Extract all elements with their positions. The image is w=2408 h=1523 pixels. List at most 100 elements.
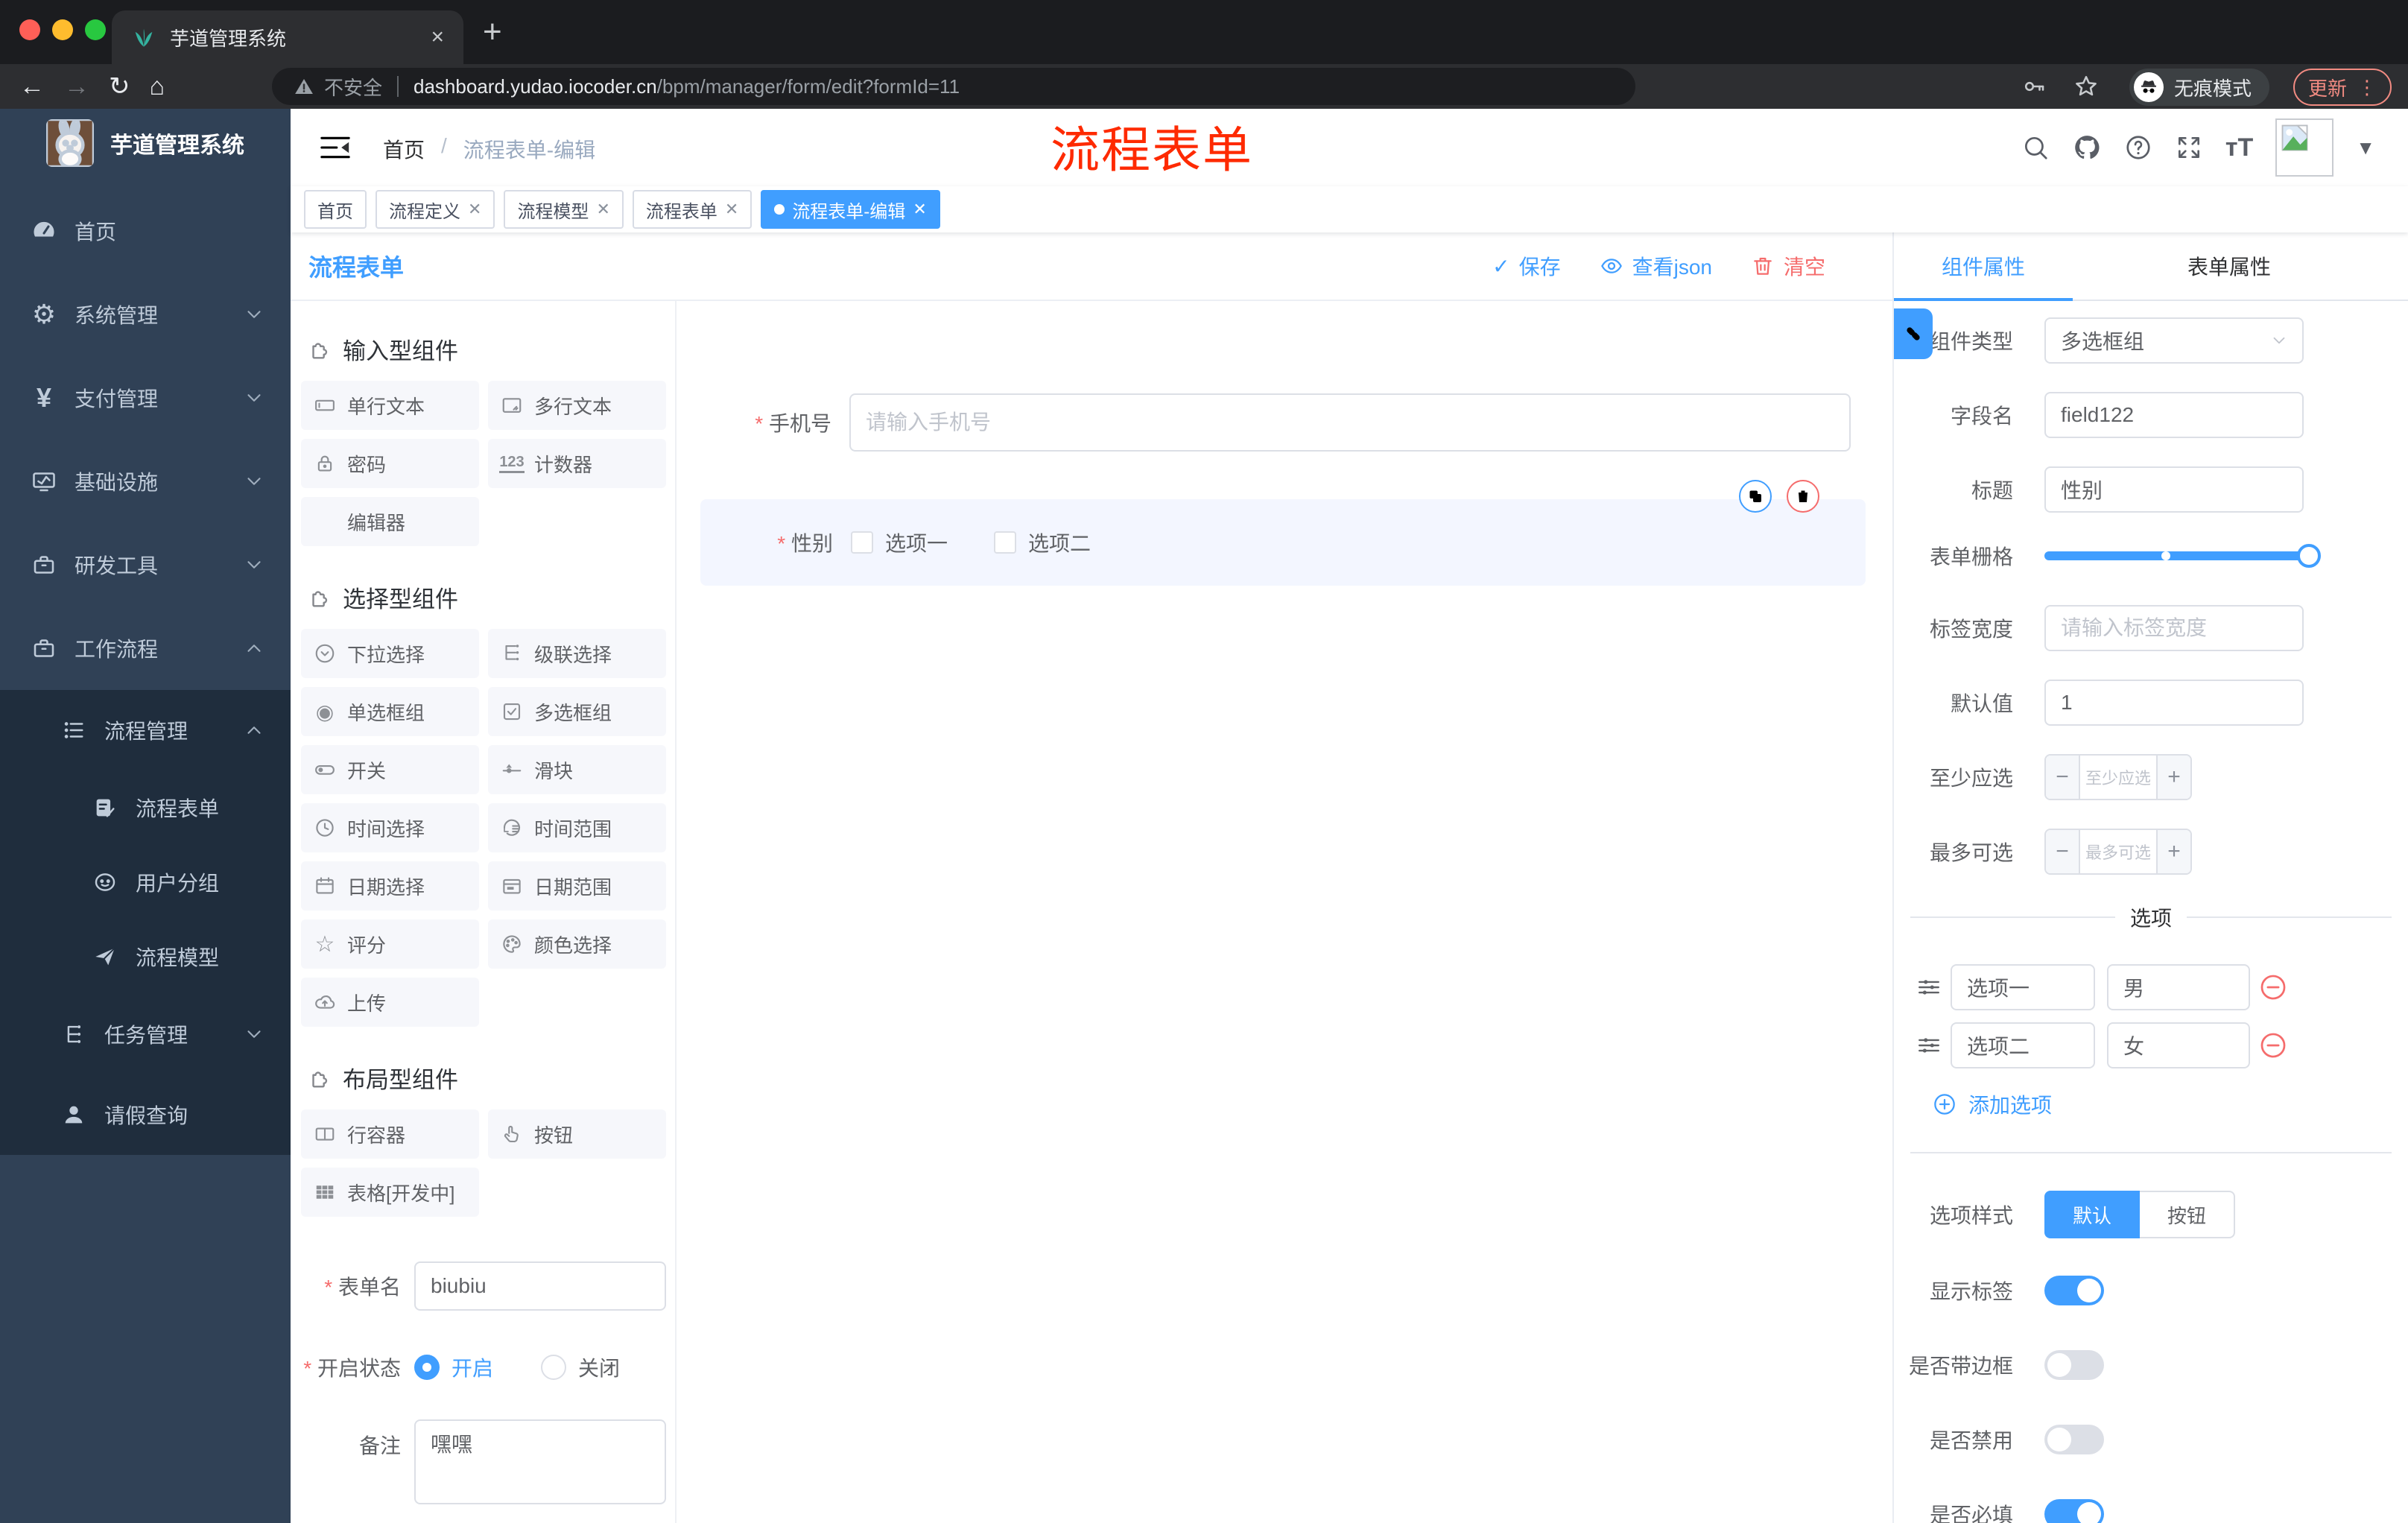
- remove-option-icon[interactable]: [2259, 1031, 2287, 1060]
- border-toggle[interactable]: [2044, 1350, 2104, 1380]
- new-tab-button[interactable]: +: [483, 13, 502, 51]
- close-icon[interactable]: ✕: [468, 200, 481, 219]
- sidebar-item-pay[interactable]: ¥ 支付管理: [0, 356, 291, 440]
- save-button[interactable]: ✓ 保存: [1492, 251, 1560, 281]
- sidebar-item-system[interactable]: ⚙ 系统管理: [0, 273, 291, 356]
- sidebar-item-leave-query[interactable]: 请假查询: [0, 1074, 291, 1155]
- add-option-button[interactable]: 添加选项: [1933, 1089, 2408, 1119]
- sidebar-item-process-model[interactable]: 流程模型: [0, 919, 291, 994]
- plus-icon[interactable]: +: [2156, 756, 2190, 799]
- drag-handle-icon[interactable]: [1916, 975, 1942, 1000]
- palette-item-checkbox-group[interactable]: 多选框组: [488, 687, 666, 736]
- tag-process-definition[interactable]: 流程定义 ✕: [376, 190, 495, 229]
- browser-menu-dots-icon[interactable]: ⋮: [2357, 76, 2377, 99]
- palette-item-time-range[interactable]: 时间范围: [488, 803, 666, 852]
- gender-option2-checkbox[interactable]: [994, 531, 1017, 554]
- github-icon[interactable]: [2072, 133, 2102, 162]
- minus-icon[interactable]: −: [2046, 756, 2080, 799]
- label-width-input[interactable]: [2044, 605, 2304, 651]
- palette-item-single-text[interactable]: 单行文本: [301, 381, 479, 430]
- clear-button[interactable]: 清空: [1751, 251, 1825, 281]
- option2-label-input[interactable]: [1951, 1022, 2095, 1068]
- palette-item-slider[interactable]: 滑块: [488, 745, 666, 794]
- form-name-input[interactable]: [414, 1261, 666, 1311]
- palette-item-table[interactable]: 表格[开发中]: [301, 1168, 479, 1217]
- phone-input[interactable]: [849, 393, 1851, 452]
- max-selected-stepper[interactable]: − 最多可选 +: [2044, 829, 2192, 875]
- password-key-icon[interactable]: [2021, 73, 2047, 100]
- browser-tab[interactable]: 芋道管理系统 ×: [112, 10, 463, 64]
- url-input[interactable]: 不安全 dashboard.yudao.iocoder.cn /bpm/mana…: [272, 68, 1635, 105]
- close-icon[interactable]: ✕: [596, 200, 609, 219]
- option1-value-input[interactable]: [2107, 964, 2250, 1010]
- caret-down-icon[interactable]: ▼: [2356, 136, 2375, 159]
- tab-component-props[interactable]: 组件属性: [1894, 232, 2073, 300]
- palette-item-counter[interactable]: 123 计数器: [488, 439, 666, 488]
- sidebar-item-devtools[interactable]: 研发工具: [0, 523, 291, 607]
- delete-component-button[interactable]: [1787, 480, 1819, 513]
- tag-process-model[interactable]: 流程模型 ✕: [504, 190, 624, 229]
- tab-close-icon[interactable]: ×: [431, 25, 444, 50]
- remove-option-icon[interactable]: [2259, 973, 2287, 1001]
- palette-item-row-container[interactable]: 行容器: [301, 1109, 479, 1159]
- status-off-label[interactable]: 关闭: [578, 1352, 620, 1382]
- palette-item-color-picker[interactable]: 颜色选择: [488, 919, 666, 969]
- disabled-toggle[interactable]: [2044, 1425, 2104, 1454]
- browser-update-button[interactable]: 更新 ⋮: [2293, 69, 2392, 106]
- forward-icon[interactable]: →: [64, 72, 89, 101]
- plus-icon[interactable]: +: [2156, 830, 2190, 873]
- close-icon[interactable]: ✕: [725, 200, 738, 219]
- tag-process-form[interactable]: 流程表单 ✕: [632, 190, 752, 229]
- breadcrumb-home[interactable]: 首页: [383, 134, 425, 164]
- sidebar-item-infra[interactable]: 基础设施: [0, 440, 291, 523]
- palette-item-editor[interactable]: 编辑器: [301, 497, 479, 546]
- tag-home[interactable]: 首页: [304, 190, 367, 229]
- component-type-select[interactable]: 多选框组: [2044, 317, 2304, 364]
- collapse-sidebar-icon[interactable]: [319, 133, 352, 162]
- show-label-toggle[interactable]: [2044, 1276, 2104, 1305]
- palette-item-upload[interactable]: 上传: [301, 978, 479, 1027]
- slider-handle[interactable]: [2297, 544, 2321, 568]
- sidebar-item-user-group[interactable]: 用户分组: [0, 845, 291, 919]
- back-icon[interactable]: ←: [19, 72, 45, 101]
- home-icon[interactable]: ⌂: [150, 72, 165, 101]
- tab-form-props[interactable]: 表单属性: [2117, 232, 2341, 300]
- canvas-field-phone[interactable]: 手机号: [708, 393, 1851, 452]
- field-name-input[interactable]: [2044, 392, 2304, 438]
- palette-item-date-picker[interactable]: 日期选择: [301, 861, 479, 911]
- option1-label-input[interactable]: [1951, 964, 2095, 1010]
- copy-component-button[interactable]: [1739, 480, 1772, 513]
- tag-process-form-edit[interactable]: 流程表单-编辑 ✕: [761, 190, 940, 229]
- bookmark-star-icon[interactable]: [2073, 73, 2100, 100]
- form-canvas[interactable]: 手机号 性别 选项一: [677, 301, 1892, 1523]
- title-input[interactable]: [2044, 466, 2304, 513]
- sidebar-logo[interactable]: 芋道管理系统: [0, 109, 291, 177]
- palette-item-cascader[interactable]: 级联选择: [488, 629, 666, 678]
- minus-icon[interactable]: −: [2046, 830, 2080, 873]
- form-grid-slider[interactable]: [2044, 544, 2321, 568]
- sidebar-item-workflow[interactable]: 工作流程: [0, 607, 291, 690]
- default-value-input[interactable]: [2044, 680, 2304, 726]
- traffic-light-close[interactable]: [19, 19, 40, 40]
- close-icon[interactable]: ✕: [913, 200, 926, 219]
- option2-value-input[interactable]: [2107, 1022, 2250, 1068]
- style-button-button[interactable]: 按钮: [2140, 1191, 2235, 1238]
- gender-option1-checkbox[interactable]: [851, 531, 873, 554]
- fullscreen-icon[interactable]: [2175, 133, 2203, 162]
- sidebar-item-process-mgmt[interactable]: 流程管理: [0, 690, 291, 770]
- gender-option2-label[interactable]: 选项二: [1028, 528, 1091, 557]
- avatar[interactable]: [2275, 118, 2334, 177]
- palette-item-button[interactable]: 按钮: [488, 1109, 666, 1159]
- link-drawer-button[interactable]: [1894, 308, 1933, 359]
- search-icon[interactable]: [2021, 133, 2050, 162]
- reload-icon[interactable]: ↻: [109, 72, 130, 101]
- drag-handle-icon[interactable]: [1916, 1033, 1942, 1058]
- help-icon[interactable]: [2124, 133, 2152, 162]
- status-on-label[interactable]: 开启: [452, 1352, 493, 1382]
- form-remark-textarea[interactable]: 嘿嘿: [414, 1419, 666, 1504]
- style-default-button[interactable]: 默认: [2044, 1191, 2140, 1238]
- sidebar-item-task-mgmt[interactable]: 任务管理: [0, 994, 291, 1074]
- gender-option1-label[interactable]: 选项一: [885, 528, 948, 557]
- font-size-icon[interactable]: ᴛT: [2225, 133, 2253, 162]
- min-selected-stepper[interactable]: − 至少应选 +: [2044, 754, 2192, 800]
